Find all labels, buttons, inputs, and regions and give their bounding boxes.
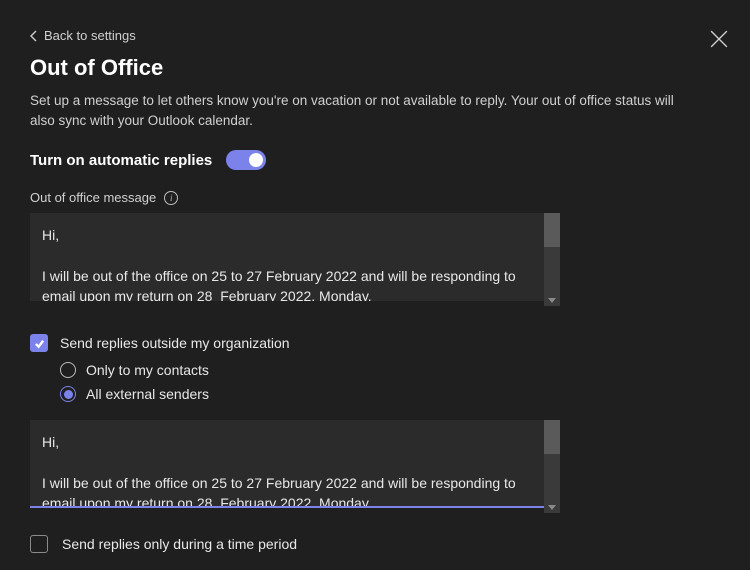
radio-all-external-input[interactable] [60, 386, 76, 402]
message-label-row: Out of office message i [30, 190, 720, 205]
radio-all-external[interactable]: All external senders [60, 386, 720, 402]
radio-only-contacts[interactable]: Only to my contacts [60, 362, 720, 378]
external-message-box-wrap [30, 420, 560, 513]
external-replies-label: Send replies outside my organization [60, 335, 290, 351]
info-icon[interactable]: i [164, 191, 178, 205]
automatic-replies-toggle[interactable] [226, 150, 266, 170]
out-of-office-message-input[interactable] [30, 213, 560, 301]
check-icon [34, 338, 45, 349]
time-period-row: Send replies only during a time period [30, 535, 720, 553]
scroll-down-arrow[interactable] [544, 501, 560, 513]
radio-only-contacts-label: Only to my contacts [86, 362, 209, 378]
out-of-office-panel: Back to settings Out of Office Set up a … [0, 0, 750, 570]
scrollbar-thumb[interactable] [544, 420, 560, 454]
external-replies-checkbox[interactable] [30, 334, 48, 352]
radio-all-external-label: All external senders [86, 386, 209, 402]
time-period-label: Send replies only during a time period [62, 536, 297, 552]
automatic-replies-row: Turn on automatic replies [30, 150, 720, 170]
scroll-down-arrow[interactable] [544, 294, 560, 306]
message-label: Out of office message [30, 190, 156, 205]
back-label: Back to settings [44, 28, 136, 43]
radio-only-contacts-input[interactable] [60, 362, 76, 378]
external-replies-row: Send replies outside my organization [30, 334, 720, 352]
scrollbar[interactable] [544, 420, 560, 513]
time-period-checkbox[interactable] [30, 535, 48, 553]
external-message-input[interactable] [30, 420, 560, 508]
automatic-replies-label: Turn on automatic replies [30, 152, 212, 169]
scrollbar-thumb[interactable] [544, 213, 560, 247]
scrollbar[interactable] [544, 213, 560, 306]
external-scope-radio-group: Only to my contacts All external senders [60, 362, 720, 402]
close-icon [710, 30, 728, 48]
chevron-left-icon [30, 30, 38, 42]
close-button[interactable] [710, 30, 728, 48]
page-description: Set up a message to let others know you'… [30, 91, 690, 130]
page-title: Out of Office [30, 55, 720, 81]
back-to-settings-link[interactable]: Back to settings [30, 28, 720, 43]
message-box-wrap [30, 213, 560, 306]
